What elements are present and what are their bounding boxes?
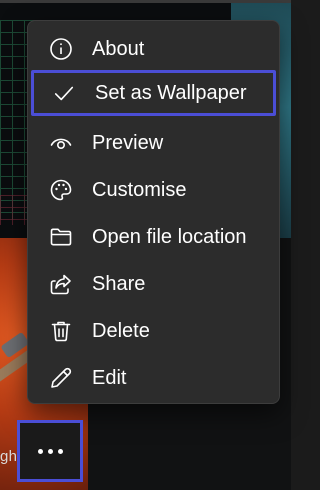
folder-icon xyxy=(48,224,74,250)
menu-item-label: Set as Wallpaper xyxy=(95,81,247,104)
menu-item-set-as-wallpaper[interactable]: Set as Wallpaper xyxy=(31,70,276,116)
menu-item-about[interactable]: About xyxy=(28,26,279,72)
eye-icon xyxy=(48,130,74,156)
palette-icon xyxy=(48,177,74,203)
menu-item-label: Customise xyxy=(92,178,187,201)
checkmark-icon xyxy=(51,80,77,106)
context-menu: About Set as Wallpaper Preview Customise… xyxy=(27,20,280,404)
info-icon xyxy=(48,36,74,62)
menu-item-label: Delete xyxy=(92,319,150,342)
menu-item-share[interactable]: Share xyxy=(28,261,279,307)
share-icon xyxy=(48,271,74,297)
more-options-button[interactable] xyxy=(17,420,83,482)
menu-item-label: Edit xyxy=(92,366,127,389)
menu-item-label: Preview xyxy=(92,131,164,154)
menu-item-label: Share xyxy=(92,272,146,295)
pencil-icon xyxy=(48,365,74,391)
top-edge-divider xyxy=(0,0,291,3)
menu-item-customise[interactable]: Customise xyxy=(28,167,279,213)
menu-item-label: About xyxy=(92,37,145,60)
menu-item-delete[interactable]: Delete xyxy=(28,308,279,354)
trash-icon xyxy=(48,318,74,344)
menu-item-preview[interactable]: Preview xyxy=(28,120,279,166)
menu-item-open-file-location[interactable]: Open file location xyxy=(28,214,279,260)
menu-item-edit[interactable]: Edit xyxy=(28,355,279,401)
more-icon xyxy=(37,448,63,454)
menu-item-label: Open file location xyxy=(92,225,247,248)
